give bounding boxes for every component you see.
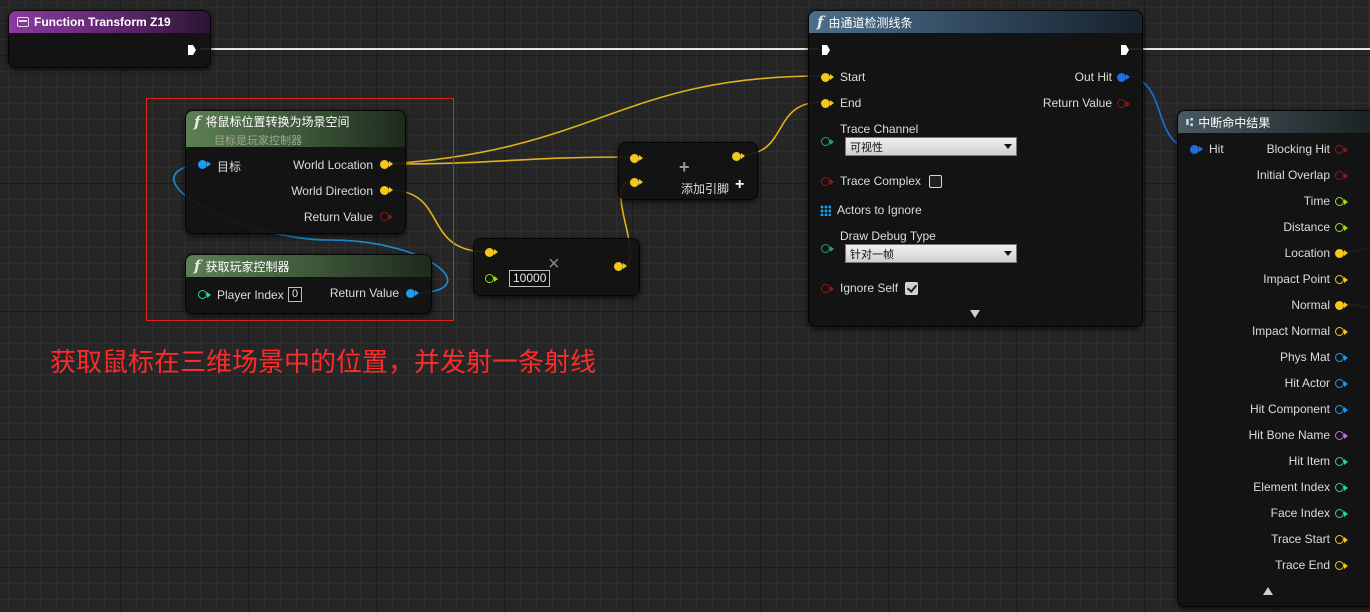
draw-debug-type-value: 针对一帧 (850, 248, 894, 261)
function-icon: f (817, 13, 824, 31)
output-label: Impact Point (1263, 272, 1330, 286)
draw-debug-type-dropdown[interactable]: 针对一帧 (845, 244, 1017, 263)
output-pin[interactable] (1335, 275, 1348, 284)
draw-debug-type-pin[interactable] (821, 244, 834, 253)
add-input-a-pin[interactable] (630, 154, 643, 163)
output-pin[interactable] (1335, 457, 1348, 466)
ignore-self-checkbox[interactable] (905, 282, 918, 295)
output-pin[interactable] (1335, 171, 1348, 180)
output-pin[interactable] (1335, 353, 1348, 362)
output-pin[interactable] (1335, 197, 1348, 206)
node-multiply[interactable]: 10000 × (473, 238, 640, 296)
output-pin[interactable] (1335, 301, 1348, 310)
output-label: Element Index (1253, 480, 1330, 494)
output-pin[interactable] (1335, 327, 1348, 336)
multiply-input-b-pin[interactable] (485, 274, 498, 283)
output-label: Phys Mat (1279, 350, 1330, 364)
output-label: Hit Item (1288, 454, 1330, 468)
output-pin[interactable] (1335, 379, 1348, 388)
return-value-label: Return Value (1042, 96, 1112, 110)
trace-complex-label: Trace Complex (840, 174, 921, 188)
node-function-entry[interactable]: Function Transform Z19 (8, 10, 211, 68)
node-line-trace-by-channel[interactable]: f 由通道检测线条 Start End Out Hit Return Value… (808, 10, 1143, 327)
hit-label: Hit (1209, 142, 1224, 156)
function-entry-icon (17, 17, 29, 27)
output-label: Blocking Hit (1266, 142, 1330, 156)
ignore-self-label: Ignore Self (840, 281, 899, 295)
node-title: Function Transform Z19 (34, 15, 171, 29)
output-label: Trace End (1275, 558, 1330, 572)
ignore-self-pin[interactable] (821, 284, 834, 293)
output-label: Initial Overlap (1256, 168, 1330, 182)
node-title: 中断命中结果 (1198, 115, 1271, 130)
multiply-value-input[interactable]: 10000 (509, 270, 551, 287)
node-title: 由通道检测线条 (828, 15, 913, 30)
trace-channel-value: 可视性 (850, 141, 883, 154)
actors-to-ignore-array-icon[interactable] (820, 205, 831, 216)
node-add[interactable]: + 添加引脚 + (618, 142, 758, 200)
trace-channel-dropdown[interactable]: 可视性 (845, 137, 1017, 156)
output-label: Location (1284, 246, 1330, 260)
actors-to-ignore-label: Actors to Ignore (837, 203, 922, 217)
output-label: Hit Bone Name (1248, 428, 1330, 442)
add-input-b-pin[interactable] (630, 178, 643, 187)
add-output-pin[interactable] (732, 152, 745, 161)
exec-in-pin[interactable] (821, 44, 831, 56)
output-pin[interactable] (1335, 561, 1348, 570)
expand-arrow-icon[interactable] (970, 310, 980, 318)
hit-pin[interactable] (1190, 145, 1203, 154)
exec-out-pin[interactable] (1120, 44, 1130, 56)
dropdown-arrow-icon (1004, 251, 1012, 256)
multiply-output-pin[interactable] (614, 262, 627, 271)
trace-channel-label: Trace Channel (840, 122, 919, 136)
node-header: ⑆ 中断命中结果 (1178, 111, 1370, 133)
multiply-input-a-pin[interactable] (485, 248, 498, 257)
output-pin[interactable] (1335, 535, 1348, 544)
output-label: Hit Actor (1284, 376, 1330, 390)
end-pin[interactable] (821, 99, 834, 108)
output-pin[interactable] (1335, 145, 1348, 154)
output-pin[interactable] (1335, 483, 1348, 492)
out-hit-label: Out Hit (1074, 70, 1112, 84)
return-value-pin[interactable] (1117, 99, 1130, 108)
start-label: Start (840, 70, 866, 84)
end-label: End (840, 96, 862, 110)
output-pin[interactable] (1335, 431, 1348, 440)
node-break-hit-result[interactable]: ⑆ 中断命中结果 Hit Blocking Hit Initial Overlap… (1177, 110, 1370, 607)
dropdown-arrow-icon (1004, 144, 1012, 149)
add-pin-icon[interactable]: + (735, 176, 744, 194)
output-label: Hit Component (1249, 402, 1330, 416)
out-hit-pin[interactable] (1117, 73, 1130, 82)
collapse-arrow-icon[interactable] (1263, 587, 1273, 595)
add-pin-label[interactable]: 添加引脚 (681, 180, 729, 197)
annotation-text: 获取鼠标在三维场景中的位置，并发射一条射线 (50, 348, 597, 378)
output-label: Trace Start (1271, 532, 1330, 546)
start-pin[interactable] (821, 73, 834, 82)
output-label: Normal (1291, 298, 1330, 312)
output-label: Time (1303, 194, 1330, 208)
exec-out-pin[interactable] (187, 44, 197, 56)
output-label: Distance (1283, 220, 1330, 234)
trace-channel-pin[interactable] (821, 137, 834, 146)
output-label: Impact Normal (1251, 324, 1330, 338)
break-struct-icon: ⑆ (1186, 115, 1194, 129)
draw-debug-type-label: Draw Debug Type (840, 229, 936, 243)
add-icon: + (679, 157, 690, 177)
node-header: Function Transform Z19 (9, 11, 210, 33)
output-label: Face Index (1270, 506, 1330, 520)
multiply-icon: × (548, 253, 560, 275)
output-pin[interactable] (1335, 509, 1348, 518)
output-pin[interactable] (1335, 249, 1348, 258)
output-pin[interactable] (1335, 223, 1348, 232)
output-pin[interactable] (1335, 405, 1348, 414)
node-header: f 由通道检测线条 (809, 11, 1142, 33)
trace-complex-checkbox[interactable] (929, 175, 942, 188)
trace-complex-pin[interactable] (821, 177, 834, 186)
selection-rectangle (146, 98, 454, 321)
